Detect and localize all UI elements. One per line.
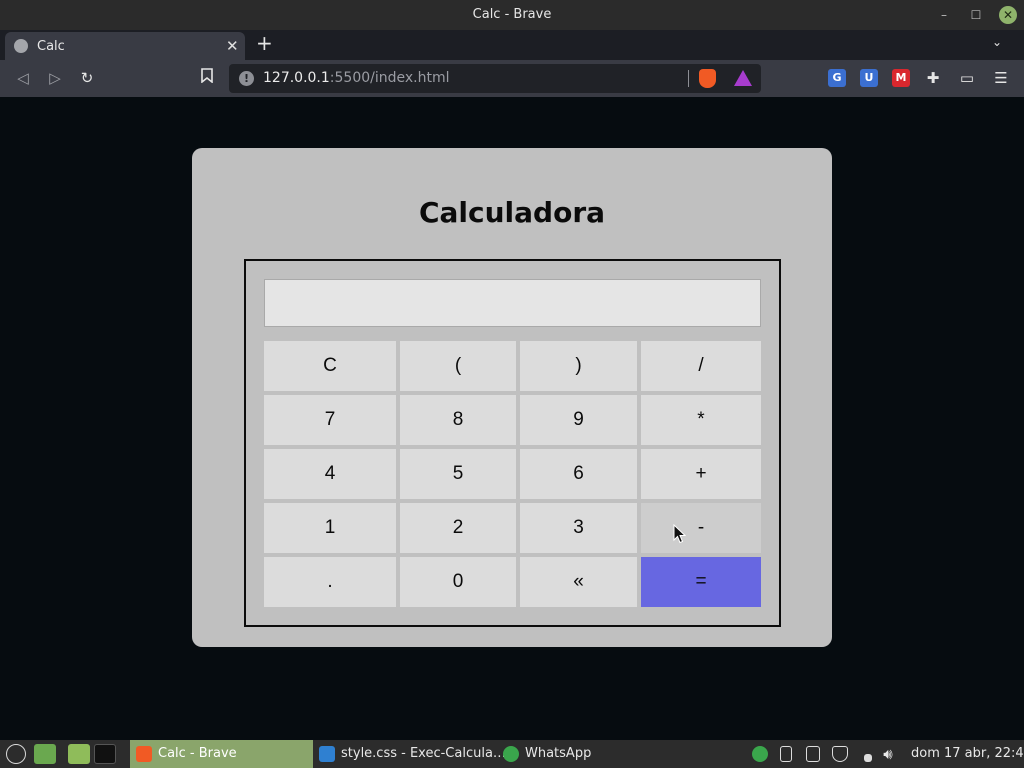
key-4-2-button[interactable]: « bbox=[520, 557, 637, 607]
url-divider bbox=[688, 70, 689, 87]
key-1-3-button[interactable]: * bbox=[641, 395, 761, 445]
tab-close-icon[interactable]: ✕ bbox=[226, 37, 239, 55]
update-tray-icon[interactable] bbox=[806, 746, 820, 762]
key-0-2-button[interactable]: ) bbox=[520, 341, 637, 391]
address-bar[interactable]: ! 127.0.0.1:5500/index.html bbox=[229, 64, 761, 93]
key-3-0-button[interactable]: 1 bbox=[264, 503, 396, 553]
site-info-icon[interactable]: ! bbox=[239, 71, 254, 86]
brave-rewards-icon[interactable] bbox=[734, 70, 752, 86]
tab-list-chevron-icon[interactable]: ⌄ bbox=[992, 35, 1002, 49]
key-4-3-button[interactable]: = bbox=[641, 557, 761, 607]
minimize-icon[interactable]: – bbox=[935, 6, 953, 24]
key-1-0-button[interactable]: 7 bbox=[264, 395, 396, 445]
calculator: C()/ 7 8 9 * 4 5 6 +1 2 3-. 0 «= bbox=[244, 259, 781, 627]
files-icon[interactable] bbox=[34, 744, 56, 764]
new-tab-button[interactable]: + bbox=[256, 33, 273, 53]
taskbar-task[interactable]: WhatsApp bbox=[497, 740, 607, 768]
key-3-2-button[interactable]: 3 bbox=[520, 503, 637, 553]
globe-icon bbox=[14, 39, 28, 53]
menu-icon[interactable]: ☰ bbox=[992, 69, 1010, 87]
menu-launcher-icon[interactable] bbox=[6, 744, 26, 764]
taskbar-task-label: Calc - Brave bbox=[158, 746, 237, 761]
wallet-icon[interactable]: ▭ bbox=[958, 69, 976, 87]
brave-icon bbox=[136, 746, 152, 762]
brave-shields-icon[interactable] bbox=[699, 69, 716, 88]
tab-calc[interactable]: Calc ✕ bbox=[5, 32, 245, 60]
vscode-icon bbox=[319, 746, 335, 762]
shield-tray-icon[interactable] bbox=[832, 746, 848, 762]
bookmark-icon[interactable] bbox=[197, 68, 217, 88]
tab-strip: Calc ✕ bbox=[0, 30, 1024, 60]
calculator-display[interactable] bbox=[264, 279, 761, 327]
shield-extension-icon[interactable]: U bbox=[860, 69, 878, 87]
key-4-0-button[interactable]: . bbox=[264, 557, 396, 607]
clock[interactable]: dom 17 abr, 22:49 bbox=[911, 740, 1024, 768]
key-2-2-button[interactable]: 6 bbox=[520, 449, 637, 499]
url-text[interactable]: 127.0.0.1:5500/index.html bbox=[263, 70, 450, 86]
key-4-1-button[interactable]: 0 bbox=[400, 557, 516, 607]
mouse-cursor-icon bbox=[673, 524, 686, 544]
key-2-1-button[interactable]: 5 bbox=[400, 449, 516, 499]
reload-icon[interactable]: ↻ bbox=[77, 68, 97, 88]
key-2-3-button[interactable]: + bbox=[641, 449, 761, 499]
url-path: :5500/index.html bbox=[329, 70, 450, 86]
terminal-icon[interactable] bbox=[94, 744, 116, 764]
taskbar-task[interactable]: Calc - Brave bbox=[130, 740, 313, 768]
taskbar-task-label: style.css - Exec-Calcula… bbox=[341, 746, 506, 761]
url-host: 127.0.0.1 bbox=[263, 70, 330, 86]
key-2-0-button[interactable]: 4 bbox=[264, 449, 396, 499]
window-title: Calc - Brave bbox=[472, 7, 552, 22]
key-3-1-button[interactable]: 2 bbox=[400, 503, 516, 553]
key-1-1-button[interactable]: 8 bbox=[400, 395, 516, 445]
window-titlebar: Calc - Brave – ☐ ✕ bbox=[0, 0, 1024, 30]
page-viewport: Calculadora C()/ 7 8 9 * 4 5 6 +1 2 3-. 0 «= bbox=[0, 97, 1024, 740]
puzzle-extensions-icon[interactable]: ✚ bbox=[924, 69, 942, 87]
key-0-3-button[interactable]: / bbox=[641, 341, 761, 391]
taskbar: Calc - Brave style.css - Exec-Calcula… Wha… bbox=[0, 740, 1024, 768]
folder-icon[interactable] bbox=[68, 744, 90, 764]
whatsapp-icon bbox=[503, 746, 519, 762]
close-window-icon[interactable]: ✕ bbox=[999, 6, 1017, 24]
forward-icon[interactable]: ▷ bbox=[45, 68, 65, 88]
maximize-icon[interactable]: ☐ bbox=[967, 6, 985, 24]
volume-tray-icon[interactable]: 🔊︎ bbox=[880, 746, 896, 762]
tab-title: Calc bbox=[37, 39, 65, 54]
taskbar-task-label: WhatsApp bbox=[525, 746, 592, 761]
calculator-card: Calculadora C()/ 7 8 9 * 4 5 6 +1 2 3-. 0 «= bbox=[192, 148, 832, 647]
key-0-0-button[interactable]: C bbox=[264, 341, 396, 391]
translate-extension-icon[interactable]: G bbox=[828, 69, 846, 87]
back-icon[interactable]: ◁ bbox=[13, 68, 33, 88]
clipboard-tray-icon[interactable] bbox=[780, 746, 792, 762]
taskbar-task[interactable]: style.css - Exec-Calcula… bbox=[313, 740, 506, 768]
key-0-1-button[interactable]: ( bbox=[400, 341, 516, 391]
mega-extension-icon[interactable]: M bbox=[892, 69, 910, 87]
page-title: Calculadora bbox=[418, 196, 606, 229]
whatsapp-tray-icon[interactable] bbox=[752, 746, 768, 762]
key-1-2-button[interactable]: 9 bbox=[520, 395, 637, 445]
network-tray-icon[interactable] bbox=[864, 754, 872, 762]
key-3-3-button[interactable]: - bbox=[641, 503, 761, 553]
